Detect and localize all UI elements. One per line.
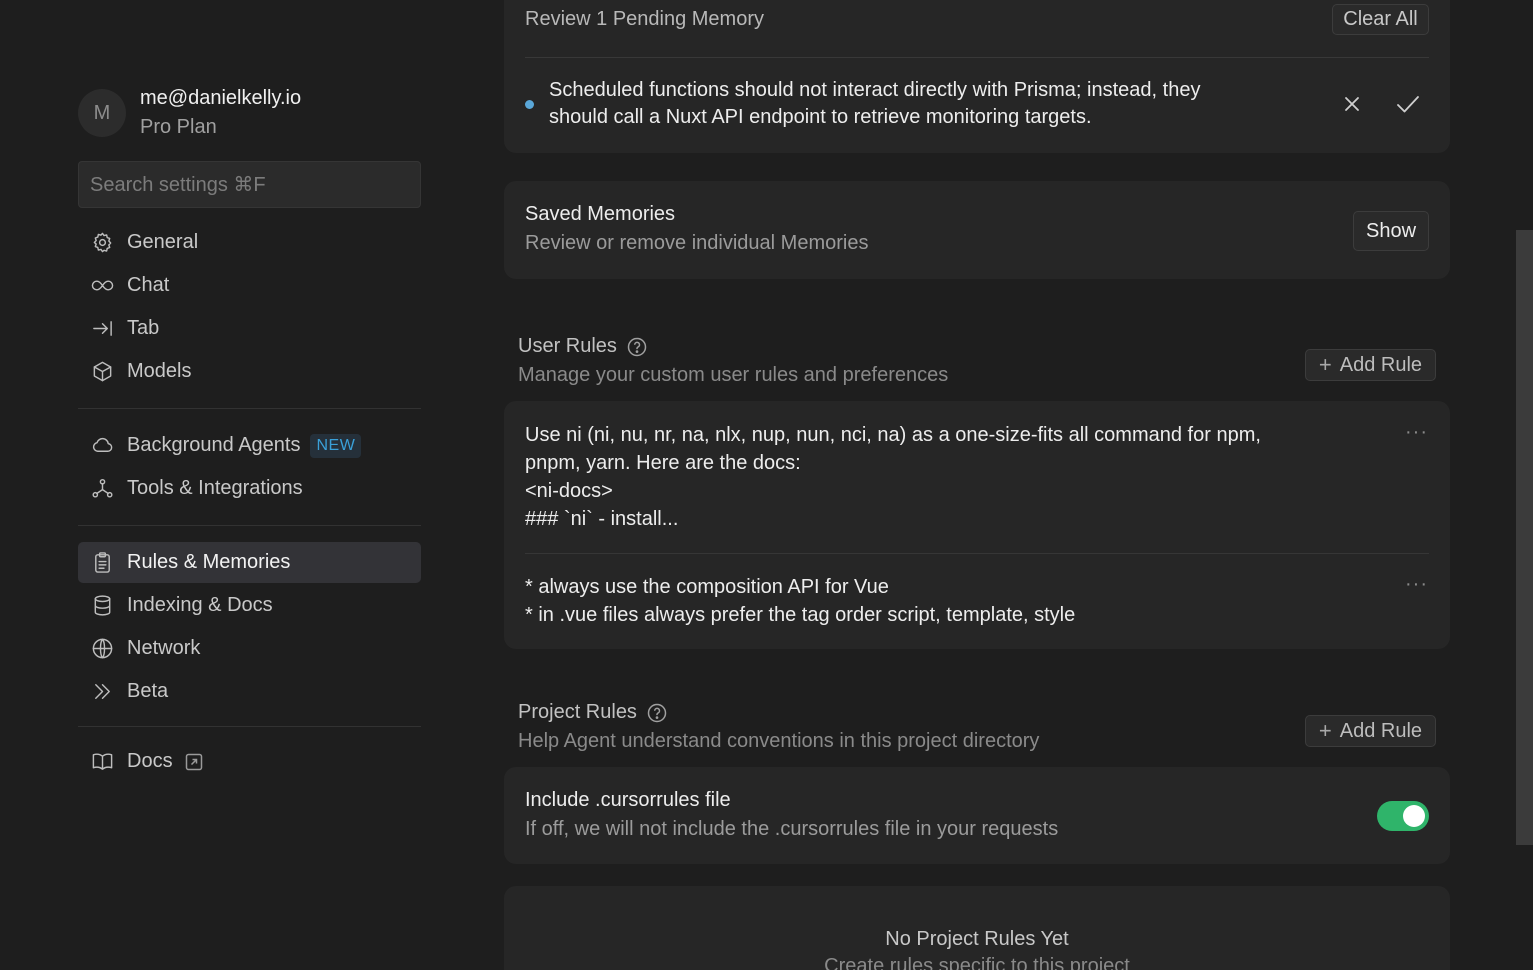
plus-icon: + <box>1318 352 1332 377</box>
saved-memories-card: Saved Memories Review or remove individu… <box>504 181 1450 279</box>
sidebar-item-network[interactable]: Network <box>78 628 421 669</box>
project-rules-subtitle: Help Agent understand conventions in thi… <box>518 730 1040 752</box>
external-link-icon <box>185 753 203 771</box>
sidebar-item-label: Docs <box>127 750 173 772</box>
sidebar-divider <box>78 726 421 727</box>
gear-icon <box>90 231 114 255</box>
globe-icon <box>90 637 114 661</box>
divider <box>525 553 1429 554</box>
sidebar-item-background-agents[interactable]: Background Agents NEW <box>78 425 421 466</box>
sidebar-item-label: Beta <box>127 680 169 702</box>
sidebar-item-label: Background Agents <box>127 434 301 456</box>
search-placeholder: Search settings ⌘F <box>90 174 266 196</box>
divider <box>525 57 1429 58</box>
infinity-icon <box>90 274 114 298</box>
cursorrules-subtitle: If off, we will not include the .cursorr… <box>525 818 1059 840</box>
more-options-icon[interactable]: ··· <box>1405 573 1428 596</box>
book-icon <box>90 750 114 774</box>
sidebar-item-label: Rules & Memories <box>127 551 291 573</box>
sidebar-item-models[interactable]: Models <box>78 351 421 392</box>
help-circle-icon[interactable] <box>627 337 647 357</box>
accept-memory-icon[interactable] <box>1395 91 1421 117</box>
clipboard-icon <box>90 551 114 575</box>
avatar: M <box>78 89 126 137</box>
account-email: me@danielkelly.io <box>140 87 302 109</box>
help-circle-icon[interactable] <box>647 703 667 723</box>
double-chevron-right-icon <box>90 680 114 704</box>
sidebar-item-tools[interactable]: Tools & Integrations <box>78 468 421 509</box>
sidebar-item-chat[interactable]: Chat <box>78 265 421 306</box>
cursorrules-title: Include .cursorrules file <box>525 789 731 811</box>
nodes-icon <box>90 477 114 501</box>
account-info: M me@danielkelly.io Pro Plan <box>78 84 301 142</box>
sidebar-divider <box>78 408 421 409</box>
new-badge: NEW <box>310 433 362 458</box>
sidebar-item-tab[interactable]: Tab <box>78 308 421 349</box>
user-rule-item[interactable]: * always use the composition API for Vue… <box>525 573 1345 629</box>
cloud-icon <box>90 434 114 458</box>
user-rules-subtitle: Manage your custom user rules and prefer… <box>518 364 949 386</box>
settings-sidebar: M me@danielkelly.io Pro Plan Search sett… <box>78 0 421 970</box>
pending-dot-icon <box>525 100 534 109</box>
sidebar-item-label: Indexing & Docs <box>127 594 273 616</box>
cube-icon <box>90 360 114 384</box>
sidebar-item-beta[interactable]: Beta <box>78 671 421 712</box>
empty-state-subtitle: Create rules specific to this project <box>824 955 1130 970</box>
pending-memory-text: Scheduled functions should not interact … <box>549 79 1201 128</box>
show-memories-button[interactable]: Show <box>1353 211 1429 251</box>
user-rule-item[interactable]: Use ni (ni, nu, nr, na, nlx, nup, nun, n… <box>525 421 1345 533</box>
reject-memory-icon[interactable] <box>1341 93 1363 115</box>
user-rules-title: User Rules <box>518 335 647 358</box>
empty-project-rules-card: No Project Rules Yet Create rules specif… <box>504 886 1450 970</box>
include-cursorrules-toggle[interactable] <box>1377 801 1429 831</box>
sidebar-item-label: General <box>127 231 199 253</box>
sidebar-item-label: Models <box>127 360 192 382</box>
sidebar-item-rules-memories[interactable]: Rules & Memories <box>78 542 421 583</box>
saved-memories-title: Saved Memories <box>525 203 676 225</box>
empty-state-title: No Project Rules Yet <box>885 928 1069 950</box>
user-rules-card: Use ni (ni, nu, nr, na, nlx, nup, nun, n… <box>504 401 1450 649</box>
more-options-icon[interactable]: ··· <box>1405 421 1428 444</box>
search-input[interactable]: Search settings ⌘F <box>78 161 421 208</box>
sidebar-item-indexing[interactable]: Indexing & Docs <box>78 585 421 626</box>
sidebar-item-label: Tools & Integrations <box>127 477 303 499</box>
arrow-to-line-icon <box>90 317 114 341</box>
sidebar-item-label: Chat <box>127 274 170 296</box>
saved-memories-subtitle: Review or remove individual Memories <box>525 232 869 254</box>
database-icon <box>90 594 114 618</box>
plus-icon: + <box>1318 718 1332 743</box>
account-plan: Pro Plan <box>140 116 217 138</box>
cursorrules-card: Include .cursorrules file If off, we wil… <box>504 767 1450 864</box>
pending-memory-card: Review 1 Pending Memory Clear All Schedu… <box>504 0 1450 153</box>
scrollbar-thumb[interactable] <box>1516 230 1533 845</box>
pending-title: Review 1 Pending Memory <box>525 8 764 30</box>
project-rules-title: Project Rules <box>518 701 667 724</box>
add-user-rule-button[interactable]: + Add Rule <box>1305 349 1436 381</box>
clear-all-button[interactable]: Clear All <box>1332 4 1429 35</box>
add-project-rule-button[interactable]: + Add Rule <box>1305 715 1436 747</box>
toggle-knob <box>1403 805 1425 827</box>
sidebar-item-docs[interactable]: Docs <box>78 741 421 782</box>
sidebar-item-label: Tab <box>127 317 160 339</box>
sidebar-item-label: Network <box>127 637 201 659</box>
sidebar-item-general[interactable]: General <box>78 222 421 263</box>
sidebar-divider <box>78 525 421 526</box>
